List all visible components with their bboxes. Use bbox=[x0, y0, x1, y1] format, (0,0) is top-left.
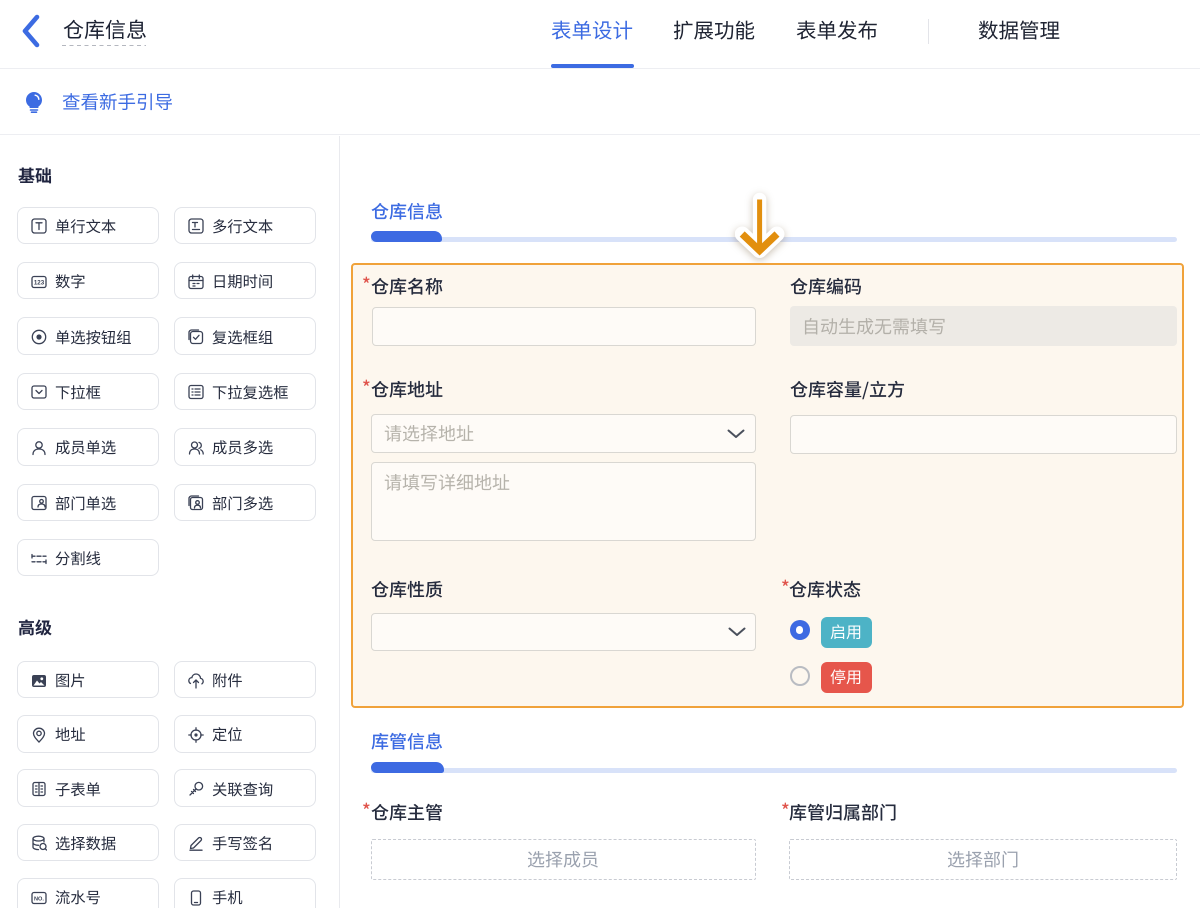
svg-text:123: 123 bbox=[34, 279, 45, 286]
svg-text:NO.: NO. bbox=[34, 896, 44, 902]
